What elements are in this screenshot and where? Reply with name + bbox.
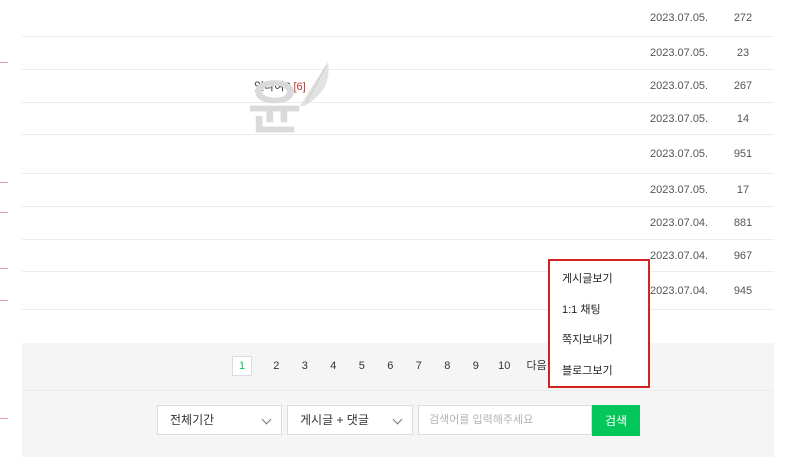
view-count: 881	[733, 217, 753, 229]
post-date: 2023.07.04.	[650, 249, 709, 262]
view-count: 951	[733, 148, 753, 160]
scope-select-value: 게시글 + 댓글	[300, 413, 369, 427]
page-link[interactable]: 3	[291, 355, 320, 377]
edge-mark	[0, 182, 8, 183]
table-row[interactable]: 있나여? [6] 2023.07.05. 267	[22, 70, 774, 103]
menu-item-view-blog[interactable]: 블로그보기	[550, 356, 648, 387]
view-count: 267	[733, 80, 753, 92]
page-link[interactable]: 9	[462, 355, 491, 377]
post-date: 2023.07.05.	[650, 148, 709, 160]
post-date: 2023.07.05.	[650, 112, 709, 125]
page-current[interactable]: 1	[232, 356, 252, 376]
post-list: 2023.07.05. 272 2023.07.05. 23 있나여? [6] 2…	[22, 0, 774, 310]
menu-item-send-message[interactable]: 쪽지보내기	[550, 325, 648, 356]
edge-mark	[0, 212, 8, 213]
page-link[interactable]: 10	[490, 355, 519, 377]
page-link[interactable]: 7	[405, 355, 434, 377]
user-context-menu: 게시글보기 1:1 채팅 쪽지보내기 블로그보기	[548, 259, 650, 388]
post-date: 2023.07.05.	[650, 47, 709, 59]
view-count: 23	[736, 47, 750, 59]
period-select-value: 전체기간	[170, 413, 215, 427]
page-link[interactable]: 6	[376, 355, 405, 377]
table-row[interactable]: 2023.07.04. 881	[22, 207, 774, 240]
post-date: 2023.07.05.	[650, 184, 709, 196]
post-date: 2023.07.04.	[650, 284, 709, 297]
page-link[interactable]: 5	[348, 355, 377, 377]
table-row[interactable]: 2023.07.05. 17	[22, 174, 774, 207]
post-date: 2023.07.04.	[650, 217, 709, 229]
view-count: 945	[733, 284, 753, 297]
page-link[interactable]: 8	[433, 355, 462, 377]
watermark-logo: 윤	[248, 62, 329, 138]
chevron-down-icon	[392, 414, 403, 425]
table-row[interactable]: 2023.07.05. 951	[22, 135, 774, 174]
table-row[interactable]: 2023.07.05. 23	[22, 37, 774, 70]
view-count: 967	[733, 249, 753, 262]
view-count: 17	[736, 184, 750, 196]
post-date: 2023.07.05.	[650, 80, 709, 92]
scope-select[interactable]: 게시글 + 댓글	[287, 405, 413, 435]
post-date: 2023.07.05.	[650, 12, 709, 24]
table-row[interactable]: 2023.07.04. 967	[22, 240, 774, 272]
edge-mark	[0, 418, 8, 419]
edge-mark	[0, 268, 8, 269]
period-select[interactable]: 전체기간	[157, 405, 282, 435]
next-page-link[interactable]: 다음	[527, 355, 547, 377]
search-input[interactable]	[418, 405, 592, 435]
table-row[interactable]: 2023.07.05. 272	[22, 0, 774, 37]
edge-mark	[0, 62, 8, 63]
edge-mark	[0, 300, 8, 301]
search-button[interactable]: 검색	[592, 405, 640, 436]
view-count: 272	[733, 12, 753, 24]
view-count: 14	[736, 112, 750, 125]
table-row[interactable]: 2023.07.05. 14	[22, 103, 774, 135]
watermark-text: 윤	[248, 74, 301, 138]
pagination: 1 2 3 4 5 6 7 8 9 10 다음	[232, 355, 547, 377]
pagination-bar: 1 2 3 4 5 6 7 8 9 10 다음	[22, 343, 774, 391]
chevron-down-icon	[261, 414, 272, 425]
search-bar: 전체기간 게시글 + 댓글 검색	[22, 391, 774, 457]
menu-item-chat[interactable]: 1:1 채팅	[550, 295, 648, 326]
page-link[interactable]: 2	[262, 355, 291, 377]
page-link[interactable]: 4	[319, 355, 348, 377]
table-row[interactable]: 2023.07.04. 945	[22, 272, 774, 310]
menu-item-view-posts[interactable]: 게시글보기	[550, 264, 648, 295]
